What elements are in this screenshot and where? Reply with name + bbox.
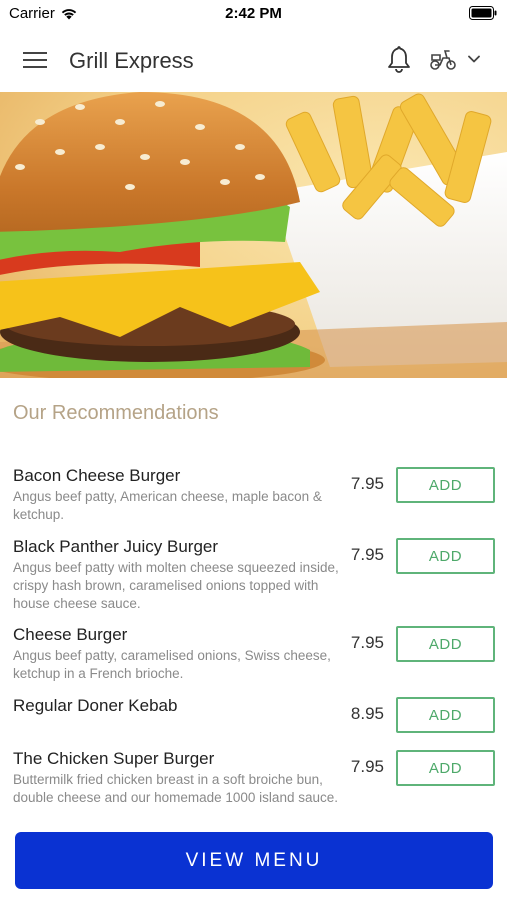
add-button[interactable]: ADD: [396, 750, 495, 786]
app-header: Grill Express: [0, 28, 507, 92]
item-price: 7.95: [350, 474, 384, 493]
item-price: 7.95: [350, 545, 384, 564]
bell-icon: [388, 46, 410, 73]
battery-icon: [469, 6, 497, 20]
hamburger-icon: [23, 52, 47, 68]
item-price: 7.95: [350, 757, 384, 776]
add-button[interactable]: ADD: [396, 467, 495, 503]
burger-and-fries-photo: [0, 92, 507, 378]
notifications-button[interactable]: [383, 43, 415, 75]
menu-button[interactable]: [18, 44, 52, 76]
item-description: Angus beef patty with molten cheese sque…: [13, 560, 339, 611]
view-menu-button[interactable]: VIEW MENU: [15, 832, 493, 889]
item-description: Buttermilk fried chicken breast in a sof…: [13, 772, 338, 805]
item-name: Black Panther Juicy Burger: [13, 537, 219, 556]
item-price: 8.95: [350, 704, 384, 723]
add-button[interactable]: ADD: [396, 697, 495, 733]
item-description: Angus beef patty, caramelised onions, Sw…: [13, 648, 331, 681]
item-price: 7.95: [350, 633, 384, 652]
status-time: 2:42 PM: [225, 5, 282, 22]
hero-image: [0, 92, 507, 378]
add-button[interactable]: ADD: [396, 538, 495, 574]
scooter-icon: [430, 50, 456, 70]
section-title: Our Recommendations: [13, 402, 219, 424]
status-bar: Carrier 2:42 PM: [0, 0, 507, 28]
chevron-down-icon: [468, 55, 480, 63]
delivery-mode-selector[interactable]: [428, 42, 494, 76]
item-description: Angus beef patty, American cheese, maple…: [13, 489, 322, 522]
app-title: Grill Express: [69, 48, 194, 73]
item-name: The Chicken Super Burger: [13, 749, 215, 768]
item-name: Bacon Cheese Burger: [13, 466, 181, 485]
add-button[interactable]: ADD: [396, 626, 495, 662]
item-name: Cheese Burger: [13, 625, 128, 644]
item-name: Regular Doner Kebab: [13, 696, 178, 715]
